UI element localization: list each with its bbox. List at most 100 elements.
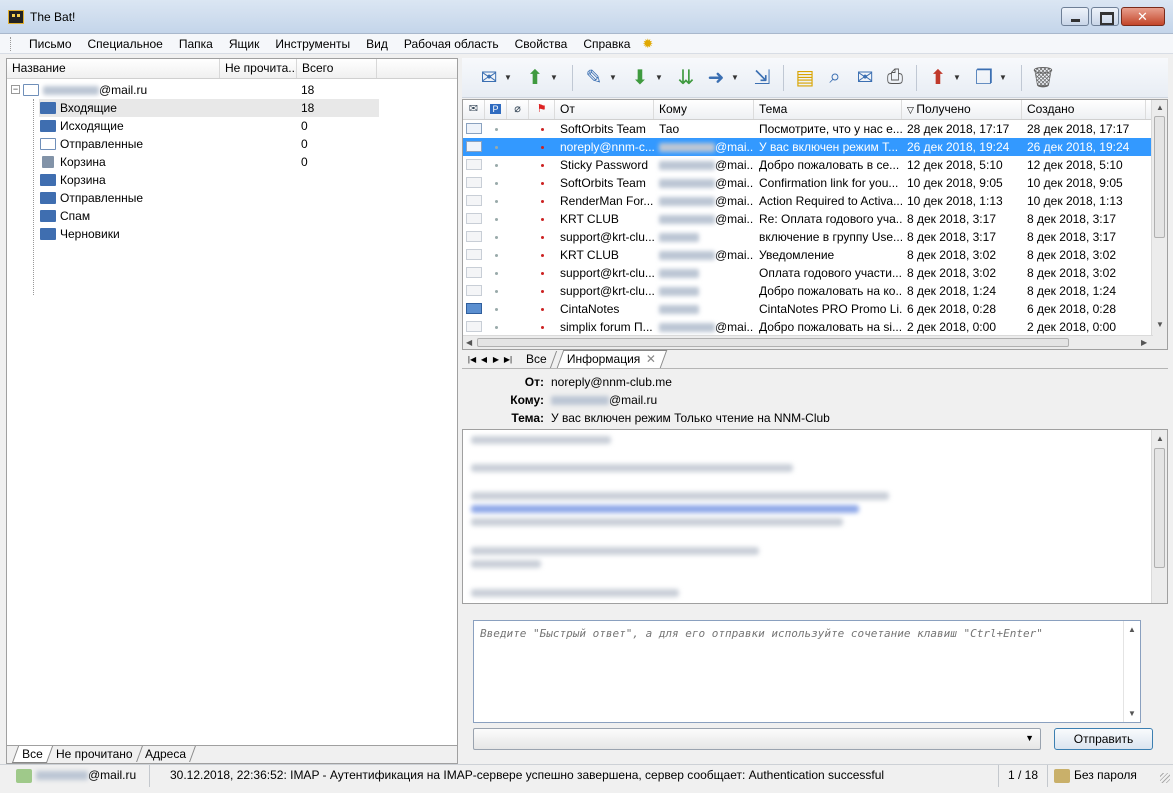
chevron-down-icon[interactable]: ▼ [609,73,619,82]
scroll-left-icon[interactable]: ◀ [466,338,472,347]
table-row[interactable]: support@krt-clu... включение в группу Use… [463,228,1167,246]
menu-folder[interactable]: Папка [171,35,221,53]
menu-help[interactable]: Справка [575,35,638,53]
menu-special[interactable]: Специальное [80,35,171,53]
menu-properties[interactable]: Свойства [507,35,576,53]
quick-reply-input[interactable] [473,620,1141,723]
table-row[interactable]: KRT CLUB @mai... Уведомление 8 дек 2018, 3:… [463,246,1167,264]
scroll-thumb[interactable] [477,338,1069,347]
column-unread[interactable]: Не прочита... [220,59,297,78]
scroll-down-icon[interactable]: ▼ [1156,320,1164,329]
message-body-vscroll[interactable]: ▲ [1151,430,1167,603]
find-icon[interactable]: ⌕ [820,64,850,92]
forward-icon[interactable]: ➜ [701,64,731,92]
next-tab-icon[interactable]: ▶ [490,355,502,364]
account-row[interactable]: − @mail.ru 18 [7,81,457,99]
menu-letter[interactable]: Письмо [21,35,80,53]
menu-box[interactable]: Ящик [221,35,268,53]
flag-dot-icon[interactable] [540,182,544,186]
flag-dot-icon[interactable] [540,164,544,168]
status-account[interactable]: @mail.ru [10,765,150,787]
scroll-down-icon[interactable]: ▼ [1128,709,1136,718]
delete-icon[interactable]: 🗑 [1028,64,1058,92]
menu-view[interactable]: Вид [358,35,396,53]
table-row[interactable]: Sticky Password @mai... Добро пожаловать в… [463,156,1167,174]
column-total[interactable]: Всего [297,59,377,78]
maximize-button[interactable] [1091,7,1119,26]
table-row[interactable]: CintaNotes CintaNotes PRO Promo Li... 6 де… [463,300,1167,318]
chevron-down-icon[interactable]: ▼ [999,73,1009,82]
redirect-icon[interactable]: ⇲ [747,64,777,92]
copy-icon[interactable]: ❐ [969,64,999,92]
scroll-thumb[interactable] [1154,116,1165,238]
priority-column-icon[interactable]: P [485,100,507,119]
resize-grip[interactable] [1160,773,1170,783]
table-row[interactable]: SoftOrbits Team Тао Посмотрите, что у нас … [463,120,1167,138]
column-created[interactable]: Создано [1022,100,1146,119]
scroll-thumb[interactable] [1154,448,1165,568]
message-list-hscroll[interactable]: ◀ ▶ [463,335,1153,349]
scroll-right-icon[interactable]: ▶ [1141,338,1147,347]
folder-spam[interactable]: Спам [7,207,457,225]
flag-dot-icon[interactable] [540,146,544,150]
table-row[interactable]: SoftOrbits Team @mai... Confirmation link … [463,174,1167,192]
flag-column-icon[interactable]: ⚑ [529,100,555,119]
table-row[interactable]: noreply@nnm-c... @mai... У вас включен реж… [463,138,1167,156]
viewer-tab-info[interactable]: Информация ✕ [556,350,667,368]
get-mail-icon[interactable]: ✉ [474,64,504,92]
tab-addresses[interactable]: Адреса [136,746,197,762]
menu-workspace[interactable]: Рабочая область [396,35,507,53]
print-icon[interactable]: ⎙ [880,64,910,92]
chevron-down-icon[interactable]: ▼ [550,73,560,82]
menu-tools[interactable]: Инструменты [267,35,358,53]
folder-trash[interactable]: Корзина 0 [7,153,457,171]
close-icon[interactable]: ✕ [646,351,656,368]
collapse-icon[interactable]: − [11,85,20,94]
flag-dot-icon[interactable] [540,326,544,330]
message-list-vscroll[interactable]: ▲ ▼ [1151,100,1167,349]
flag-dot-icon[interactable] [540,308,544,312]
move-icon[interactable]: ⬆ [923,64,953,92]
table-row[interactable]: RenderMan For... @mai... Action Required t… [463,192,1167,210]
template-select[interactable]: ▼ [473,728,1041,750]
send-queue-icon[interactable]: ⬆ [520,64,550,92]
table-row[interactable]: support@krt-clu... Оплата годового участи… [463,264,1167,282]
column-to[interactable]: Кому [654,100,754,119]
chevron-down-icon[interactable]: ▼ [1025,733,1034,743]
table-row[interactable]: simplix forum П... @mai... Добро пожаловат… [463,318,1167,336]
last-tab-icon[interactable]: ▶| [502,355,514,364]
scroll-up-icon[interactable]: ▲ [1156,434,1164,443]
attachment-column-icon[interactable]: ⌀ [507,100,529,119]
flag-dot-icon[interactable] [540,290,544,294]
prev-tab-icon[interactable]: ◀ [478,355,490,364]
scroll-up-icon[interactable]: ▲ [1156,103,1164,112]
chevron-down-icon[interactable]: ▼ [953,73,963,82]
spellcheck-icon[interactable]: ▤ [790,64,820,92]
minimize-button[interactable] [1061,7,1089,26]
flag-dot-icon[interactable] [540,254,544,258]
message-body[interactable]: ▲ [462,429,1168,604]
sun-icon[interactable]: ✹ [642,36,653,52]
column-subject[interactable]: Тема [754,100,902,119]
flag-dot-icon[interactable] [540,128,544,132]
tab-unread[interactable]: Не прочитано [46,746,143,762]
folder-inbox[interactable]: Входящие 18 [7,99,457,117]
chevron-down-icon[interactable]: ▼ [504,73,514,82]
save-message-icon[interactable]: ✉ [850,64,880,92]
envelope-column-icon[interactable]: ✉ [463,100,485,119]
table-row[interactable]: KRT CLUB @mai... Re: Оплата годового уча..… [463,210,1167,228]
close-button[interactable] [1121,7,1165,26]
chevron-down-icon[interactable]: ▼ [655,73,665,82]
quick-reply-scroll[interactable]: ▲ ▼ [1123,621,1140,722]
reply-icon[interactable]: ⬇ [625,64,655,92]
folder-sent[interactable]: Отправленные 0 [7,135,457,153]
flag-dot-icon[interactable] [540,218,544,222]
flag-dot-icon[interactable] [540,200,544,204]
folder-sent-2[interactable]: Отправленные [7,189,457,207]
folder-outbox[interactable]: Исходящие 0 [7,117,457,135]
folder-trash-2[interactable]: Корзина [7,171,457,189]
column-name[interactable]: Название [7,59,220,78]
flag-dot-icon[interactable] [540,272,544,276]
status-password[interactable]: Без пароля [1048,765,1160,787]
new-message-icon[interactable]: ✎ [579,64,609,92]
